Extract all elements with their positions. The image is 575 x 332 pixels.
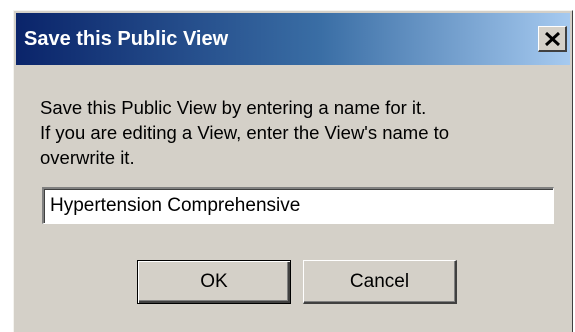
message-line: If you are editing a View, enter the Vie… [40, 122, 450, 143]
view-name-input[interactable] [42, 187, 554, 224]
cancel-button[interactable]: Cancel [303, 260, 457, 304]
dialog-title: Save this Public View [24, 28, 229, 50]
close-button[interactable] [538, 26, 567, 52]
save-public-view-dialog: Save this Public View Save this Public V… [13, 10, 573, 332]
message-line: Save this Public View by entering a name… [40, 97, 427, 118]
dialog-message: Save this Public View by entering a name… [40, 95, 560, 170]
close-icon [545, 32, 560, 46]
message-line: overwrite it. [40, 147, 135, 168]
title-bar[interactable]: Save this Public View [16, 13, 570, 65]
ok-button[interactable]: OK [137, 260, 291, 304]
